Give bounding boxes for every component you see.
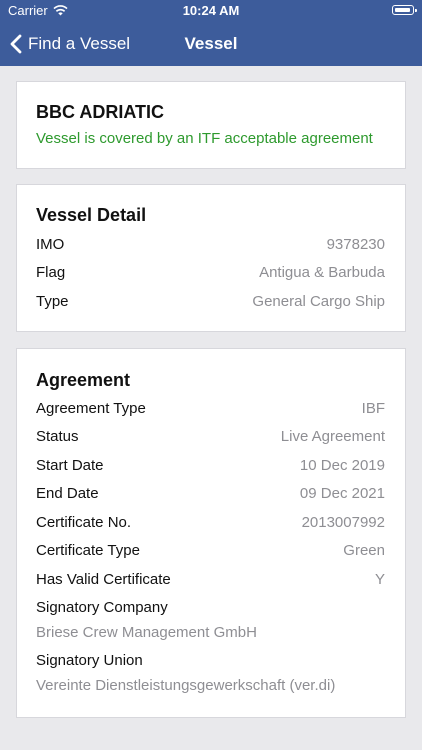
agreement-row-type: Agreement Type IBF [36, 400, 385, 422]
vessel-content[interactable]: BBC ADRIATIC Vessel is covered by an ITF… [0, 66, 422, 750]
battery-icon [392, 5, 417, 15]
detail-value: 9378230 [326, 236, 385, 253]
vessel-summary-card: BBC ADRIATIC Vessel is covered by an ITF… [16, 81, 406, 169]
status-time: 10:24 AM [182, 3, 240, 18]
detail-row-flag: Flag Antigua & Barbuda [36, 264, 385, 286]
agreement-label: Signatory Union [36, 652, 143, 669]
agreement-value: Green [343, 542, 385, 559]
status-bar: Carrier 10:24 AM [0, 0, 422, 22]
detail-label: IMO [36, 236, 65, 253]
back-button-label: Find a Vessel [28, 34, 131, 53]
agreement-value: Y [374, 571, 385, 588]
detail-label: Flag [36, 264, 66, 281]
signatory-union-value: Vereinte Dienstleistungsgewerkschaft (ve… [36, 677, 336, 694]
agreement-row-certificate-type: Certificate Type Green [36, 542, 385, 564]
agreement-row-start-date: Start Date 10 Dec 2019 [36, 457, 385, 479]
agreement-row-status: Status Live Agreement [36, 428, 385, 450]
agreement-value: Live Agreement [280, 428, 385, 445]
agreement-card: Agreement Agreement Type IBF Status Live… [16, 348, 406, 718]
agreement-label: Signatory Company [36, 599, 168, 616]
signatory-company-label: Signatory Company [36, 599, 385, 621]
agreement-value: 2013007992 [301, 514, 385, 531]
navigation-bar: Find a Vessel Vessel [0, 22, 422, 66]
detail-label: Type [36, 293, 69, 310]
agreement-value: 10 Dec 2019 [299, 457, 385, 474]
vessel-name: BBC ADRIATIC [36, 102, 164, 122]
agreement-label: Certificate Type [36, 542, 140, 559]
agreement-label: Status [36, 428, 79, 445]
agreement-label: Certificate No. [36, 514, 132, 531]
detail-row-imo: IMO 9378230 [36, 236, 385, 258]
signatory-company-value: Briese Crew Management GmbH [36, 624, 257, 641]
agreement-value: IBF [361, 400, 385, 417]
agreement-label: Start Date [36, 457, 104, 474]
agreement-label: Agreement Type [36, 400, 146, 417]
agreement-row-certificate-no: Certificate No. 2013007992 [36, 514, 385, 536]
agreement-value: 09 Dec 2021 [299, 485, 385, 502]
vessel-detail-title: Vessel Detail [36, 205, 147, 225]
detail-value: General Cargo Ship [252, 293, 385, 310]
back-button[interactable]: Find a Vessel [10, 22, 130, 66]
vessel-detail-card: Vessel Detail IMO 9378230 Flag Antigua &… [16, 184, 406, 332]
detail-value: Antigua & Barbuda [259, 264, 385, 281]
agreement-row-end-date: End Date 09 Dec 2021 [36, 485, 385, 507]
agreement-label: End Date [36, 485, 99, 502]
signatory-union-label: Signatory Union [36, 652, 385, 674]
coverage-status: Vessel is covered by an ITF acceptable a… [36, 130, 373, 147]
detail-row-type: Type General Cargo Ship [36, 293, 385, 315]
agreement-row-valid-certificate: Has Valid Certificate Y [36, 571, 385, 593]
agreement-title: Agreement [36, 370, 131, 390]
agreement-label: Has Valid Certificate [36, 571, 171, 588]
chevron-left-icon [10, 34, 22, 54]
